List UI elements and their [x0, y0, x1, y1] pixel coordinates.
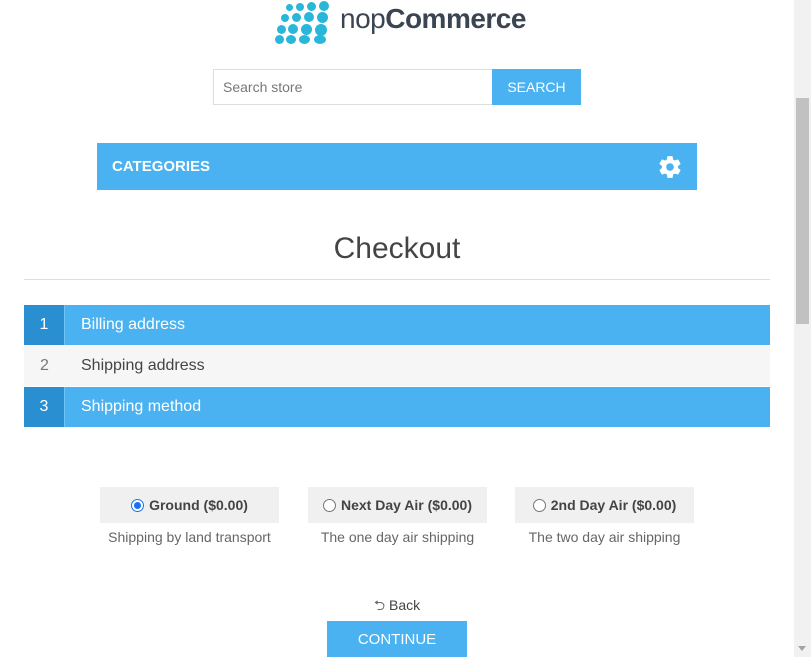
step-label: Shipping address — [81, 357, 205, 374]
categories-label: CATEGORIES — [112, 158, 211, 175]
gear-icon[interactable] — [657, 154, 683, 180]
logo-text: nopCommerce — [340, 3, 526, 34]
shipping-option-description: The two day air shipping — [528, 529, 681, 545]
shipping-option-2nd-day-air: 2nd Day Air ($0.00) The two day air ship… — [515, 487, 694, 545]
continue-button[interactable]: CONTINUE — [327, 621, 467, 657]
nopcommerce-logo[interactable]: nopCommerce — [274, 0, 526, 44]
shipping-option-description: Shipping by land transport — [108, 529, 271, 545]
step-number: 1 — [24, 305, 65, 345]
page-title: Checkout — [333, 232, 461, 265]
radio-button[interactable] — [323, 498, 336, 512]
shipping-option-description: The one day air shipping — [320, 529, 475, 545]
shipping-option-label[interactable]: 2nd Day Air ($0.00) — [515, 487, 694, 523]
shipping-option-label[interactable]: Ground ($0.00) — [100, 487, 279, 523]
shipping-option-ground: Ground ($0.00) Shipping by land transpor… — [100, 487, 279, 545]
step-number: 3 — [24, 387, 65, 427]
step-number: 2 — [40, 357, 49, 374]
step-shipping-method[interactable]: 3 Shipping method — [24, 387, 770, 427]
step-label: Billing address — [81, 316, 186, 333]
search-button[interactable]: SEARCH — [492, 69, 581, 105]
categories-menu-bar[interactable]: CATEGORIES — [97, 143, 697, 190]
vertical-scrollbar[interactable] — [794, 0, 811, 657]
back-link[interactable]: ⮌ Back — [0, 595, 794, 619]
scrollbar-thumb[interactable] — [796, 98, 809, 324]
radio-button[interactable] — [131, 498, 145, 512]
checkout-page: nopCommerce Search store SEARCH CATEGORI… — [0, 0, 794, 657]
shipping-option-next-day-air: Next Day Air ($0.00) The one day air shi… — [308, 487, 487, 545]
scroll-down-arrow-icon[interactable] — [798, 646, 806, 651]
radio-button[interactable] — [532, 498, 546, 512]
step-billing-address[interactable]: 1 Billing address — [24, 305, 770, 345]
step-shipping-address[interactable]: 2 Shipping address — [24, 346, 770, 386]
step-label: Shipping method — [81, 398, 202, 415]
undo-arrow-icon: ⮌ — [373, 597, 386, 613]
title-divider — [24, 279, 770, 280]
logo-dots-icon — [274, 0, 332, 44]
search-input[interactable]: Search store — [213, 69, 493, 105]
shipping-option-label[interactable]: Next Day Air ($0.00) — [308, 487, 487, 523]
